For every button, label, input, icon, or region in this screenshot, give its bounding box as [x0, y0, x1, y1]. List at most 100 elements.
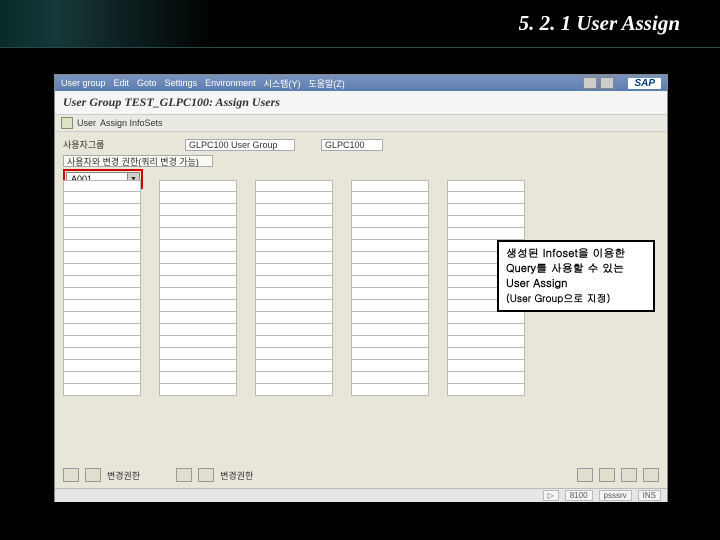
grid-cell[interactable]	[447, 312, 525, 324]
toolbar-user[interactable]: User	[77, 118, 96, 128]
grid-cell[interactable]	[351, 384, 429, 396]
menu-goto[interactable]: Goto	[137, 78, 157, 88]
grid-cell[interactable]	[159, 336, 237, 348]
grid-cell[interactable]	[351, 288, 429, 300]
window-btn-1[interactable]	[583, 77, 597, 89]
grid-cell[interactable]	[63, 228, 141, 240]
grid-cell[interactable]	[159, 348, 237, 360]
grid-cell[interactable]	[63, 288, 141, 300]
grid-cell[interactable]	[63, 312, 141, 324]
grid-cell[interactable]	[159, 372, 237, 384]
grid-cell[interactable]	[63, 300, 141, 312]
grid-cell[interactable]	[63, 264, 141, 276]
bottom-icon-3[interactable]	[176, 468, 192, 482]
menu-system[interactable]: 시스템(Y)	[264, 77, 301, 90]
grid-cell[interactable]	[351, 228, 429, 240]
grid-cell[interactable]	[63, 204, 141, 216]
grid-cell[interactable]	[351, 192, 429, 204]
menu-settings[interactable]: Settings	[165, 78, 198, 88]
grid-cell[interactable]	[351, 180, 429, 192]
grid-cell[interactable]	[159, 240, 237, 252]
grid-cell[interactable]	[63, 192, 141, 204]
grid-cell[interactable]	[63, 276, 141, 288]
bottom-icon-5[interactable]	[577, 468, 593, 482]
grid-cell[interactable]	[351, 348, 429, 360]
grid-cell[interactable]	[159, 384, 237, 396]
grid-cell[interactable]	[255, 204, 333, 216]
grid-cell[interactable]	[447, 372, 525, 384]
grid-cell[interactable]	[255, 336, 333, 348]
bottom-icon-1[interactable]	[63, 468, 79, 482]
grid-cell[interactable]	[447, 324, 525, 336]
grid-cell[interactable]	[255, 264, 333, 276]
bottom-icon-4[interactable]	[198, 468, 214, 482]
grid-cell[interactable]	[63, 384, 141, 396]
grid-cell[interactable]	[447, 228, 525, 240]
grid-cell[interactable]	[159, 360, 237, 372]
grid-cell[interactable]	[447, 336, 525, 348]
grid-cell[interactable]	[255, 348, 333, 360]
bottom-icon-8[interactable]	[643, 468, 659, 482]
grid-cell[interactable]	[255, 312, 333, 324]
grid-cell[interactable]	[255, 288, 333, 300]
grid-cell[interactable]	[159, 216, 237, 228]
grid-cell[interactable]	[63, 372, 141, 384]
grid-cell[interactable]	[447, 204, 525, 216]
grid-cell[interactable]	[447, 384, 525, 396]
grid-cell[interactable]	[351, 216, 429, 228]
grid-cell[interactable]	[159, 264, 237, 276]
grid-cell[interactable]	[159, 204, 237, 216]
grid-cell[interactable]	[159, 324, 237, 336]
grid-cell[interactable]	[351, 204, 429, 216]
grid-cell[interactable]	[159, 300, 237, 312]
grid-cell[interactable]	[255, 180, 333, 192]
grid-cell[interactable]	[255, 240, 333, 252]
menu-help[interactable]: 도움말(Z)	[308, 77, 344, 90]
grid-cell[interactable]	[255, 192, 333, 204]
grid-cell[interactable]	[351, 252, 429, 264]
grid-cell[interactable]	[255, 300, 333, 312]
menu-usergroup[interactable]: User group	[61, 78, 106, 88]
grid-cell[interactable]	[63, 240, 141, 252]
grid-cell[interactable]	[351, 300, 429, 312]
grid-cell[interactable]	[447, 192, 525, 204]
grid-cell[interactable]	[63, 216, 141, 228]
grid-cell[interactable]	[351, 276, 429, 288]
grid-cell[interactable]	[63, 180, 141, 192]
grid-cell[interactable]	[255, 360, 333, 372]
grid-cell[interactable]	[447, 360, 525, 372]
grid-cell[interactable]	[159, 312, 237, 324]
grid-cell[interactable]	[159, 180, 237, 192]
bottom-icon-7[interactable]	[621, 468, 637, 482]
bottom-icon-2[interactable]	[85, 468, 101, 482]
grid-cell[interactable]	[447, 216, 525, 228]
bottom-icon-6[interactable]	[599, 468, 615, 482]
grid-cell[interactable]	[63, 360, 141, 372]
menu-edit[interactable]: Edit	[114, 78, 130, 88]
grid-cell[interactable]	[447, 348, 525, 360]
grid-cell[interactable]	[447, 180, 525, 192]
toolbar-icon-doc[interactable]	[61, 117, 73, 129]
grid-cell[interactable]	[63, 252, 141, 264]
grid-cell[interactable]	[255, 252, 333, 264]
grid-cell[interactable]	[255, 276, 333, 288]
grid-cell[interactable]	[159, 192, 237, 204]
toolbar-assign-infosets[interactable]: Assign InfoSets	[100, 118, 163, 128]
grid-cell[interactable]	[351, 336, 429, 348]
grid-cell[interactable]	[351, 372, 429, 384]
grid-cell[interactable]	[255, 384, 333, 396]
grid-cell[interactable]	[351, 360, 429, 372]
grid-cell[interactable]	[351, 264, 429, 276]
grid-cell[interactable]	[63, 336, 141, 348]
grid-cell[interactable]	[351, 312, 429, 324]
grid-cell[interactable]	[255, 372, 333, 384]
grid-cell[interactable]	[255, 228, 333, 240]
grid-cell[interactable]	[159, 252, 237, 264]
grid-cell[interactable]	[351, 324, 429, 336]
window-btn-2[interactable]	[600, 77, 614, 89]
grid-cell[interactable]	[63, 348, 141, 360]
grid-cell[interactable]	[63, 324, 141, 336]
grid-cell[interactable]	[159, 288, 237, 300]
grid-cell[interactable]	[255, 216, 333, 228]
grid-cell[interactable]	[255, 324, 333, 336]
